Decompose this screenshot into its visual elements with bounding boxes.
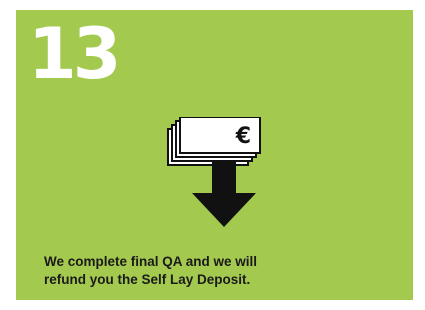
euro-refund-icon: € bbox=[164, 116, 294, 237]
euro-symbol: € bbox=[235, 124, 251, 149]
step-card: 13 € We complete final QA and we will re… bbox=[16, 10, 413, 300]
arrow-down-icon bbox=[192, 161, 256, 227]
description-line: We complete final QA and we will bbox=[44, 254, 258, 269]
step-number: 13 bbox=[28, 13, 121, 95]
description-line: refund you the Self Lay Deposit. bbox=[44, 272, 251, 287]
banknote-stack-icon: € bbox=[167, 116, 261, 166]
step-description: We complete final QA and we will refund … bbox=[44, 253, 384, 289]
